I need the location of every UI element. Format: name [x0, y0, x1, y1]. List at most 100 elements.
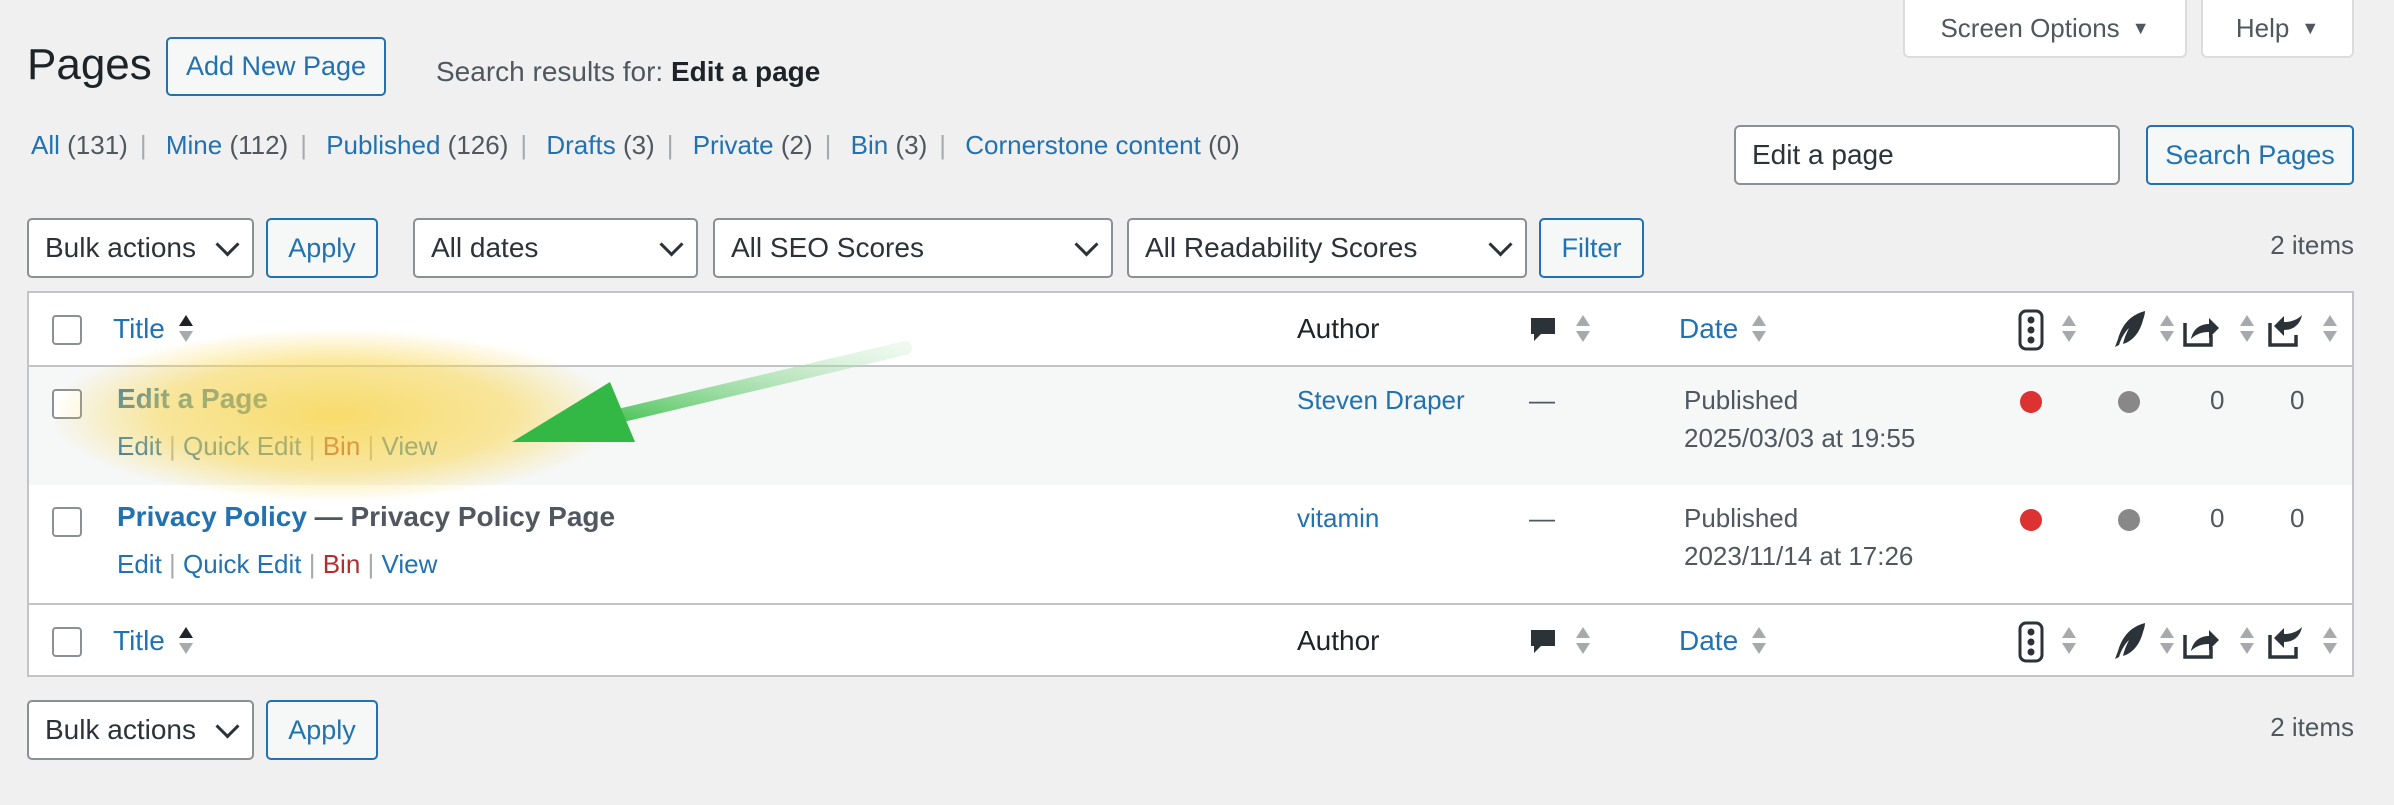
comment-bubble-icon[interactable] — [1528, 315, 1558, 345]
author-link[interactable]: Steven Draper — [1297, 385, 1465, 416]
view-published[interactable]: Published — [326, 130, 440, 160]
seo-traffic-light-icon[interactable] — [2018, 621, 2044, 663]
view-bin[interactable]: Bin — [851, 130, 889, 160]
view-private[interactable]: Private — [693, 130, 774, 160]
table-header-row: Title Author Date — [29, 293, 2352, 367]
view-drafts[interactable]: Drafts — [546, 130, 615, 160]
pages-table: Title Author Date Edit a Page Edit | Qui… — [27, 291, 2354, 677]
outgoing-links-count: 0 — [2210, 503, 2225, 533]
quick-edit-link[interactable]: Quick Edit — [183, 431, 302, 461]
edit-link[interactable]: Edit — [117, 431, 162, 461]
incoming-links-icon[interactable] — [2266, 309, 2306, 349]
bin-link[interactable]: Bin — [323, 431, 361, 461]
chevron-down-icon — [1488, 231, 1513, 257]
sort-arrows-icon[interactable] — [179, 625, 193, 659]
incoming-links-count: 0 — [2290, 503, 2305, 533]
view-link[interactable]: View — [382, 431, 438, 461]
search-results-subtitle: Search results for: Edit a page — [436, 56, 820, 88]
title-column-footer[interactable]: Title — [113, 625, 165, 657]
sort-arrows-icon[interactable] — [2062, 313, 2076, 347]
chevron-down-icon — [659, 231, 684, 257]
post-status: Published — [1684, 385, 1799, 415]
screen-options-label: Screen Options — [1940, 12, 2120, 43]
view-all[interactable]: All — [31, 130, 60, 160]
table-row: Edit a Page Edit | Quick Edit | Bin | Vi… — [29, 367, 2352, 485]
readability-score-dot — [2118, 391, 2140, 413]
incoming-links-icon[interactable] — [2266, 621, 2306, 661]
quick-edit-link[interactable]: Quick Edit — [183, 549, 302, 579]
sort-arrows-icon[interactable] — [2160, 313, 2174, 347]
sort-arrows-icon[interactable] — [179, 313, 193, 347]
view-link[interactable]: View — [382, 549, 438, 579]
outgoing-links-icon[interactable] — [2181, 309, 2221, 349]
select-all-checkbox[interactable] — [52, 627, 82, 657]
items-count: 2 items — [2270, 230, 2354, 260]
search-term: Edit a page — [670, 56, 821, 87]
view-count: (0) — [1200, 130, 1240, 160]
items-count-bottom: 2 items — [2270, 712, 2354, 742]
incoming-links-count: 0 — [2290, 385, 2305, 415]
row-checkbox[interactable] — [52, 507, 82, 537]
view-count: (3) — [622, 130, 655, 160]
author-column-header: Author — [1297, 313, 1380, 344]
sort-arrows-icon[interactable] — [2323, 625, 2337, 659]
seo-scores-select[interactable]: All SEO Scores — [713, 218, 1113, 278]
readability-quill-icon[interactable] — [2112, 621, 2148, 661]
page-title-link[interactable]: Privacy Policy — [117, 501, 307, 532]
bin-link[interactable]: Bin — [323, 549, 361, 579]
seo-score-dot — [2020, 509, 2042, 531]
sort-arrows-icon[interactable] — [1752, 313, 1766, 347]
row-actions: Edit | Quick Edit | Bin | View — [117, 431, 438, 461]
row-checkbox[interactable] — [52, 389, 82, 419]
chevron-down-icon — [1074, 231, 1099, 257]
author-link[interactable]: vitamin — [1297, 503, 1379, 534]
help-label: Help — [2235, 12, 2290, 43]
green-arrow-annotation — [512, 341, 912, 442]
seo-traffic-light-icon[interactable] — [2018, 309, 2044, 351]
dates-value: All dates — [431, 232, 539, 263]
chevron-down-icon — [215, 231, 240, 257]
readability-quill-icon[interactable] — [2112, 309, 2148, 349]
caret-down-icon: ▼ — [2301, 17, 2320, 38]
date-column-footer[interactable]: Date — [1679, 625, 1738, 657]
select-all-checkbox[interactable] — [52, 315, 82, 345]
help-button[interactable]: Help ▼ — [2201, 0, 2354, 58]
bulk-actions-select[interactable]: Bulk actions — [27, 218, 254, 278]
view-mine[interactable]: Mine — [166, 130, 222, 160]
title-column-header[interactable]: Title — [113, 313, 165, 345]
sort-arrows-icon[interactable] — [2240, 313, 2254, 347]
outgoing-links-count: 0 — [2210, 385, 2225, 415]
comment-bubble-icon[interactable] — [1528, 627, 1558, 657]
date-column-header[interactable]: Date — [1679, 313, 1738, 345]
search-pages-button[interactable]: Search Pages — [2146, 125, 2354, 185]
sort-arrows-icon[interactable] — [2160, 625, 2174, 659]
sort-arrows-icon[interactable] — [1576, 313, 1590, 347]
view-count: (112) — [229, 130, 289, 160]
screen-options-button[interactable]: Screen Options ▼ — [1903, 0, 2187, 58]
apply-button-bottom[interactable]: Apply — [266, 700, 378, 760]
page-state-label: — Privacy Policy Page — [306, 501, 616, 532]
view-cornerstone[interactable]: Cornerstone content — [965, 130, 1201, 160]
filter-button[interactable]: Filter — [1539, 218, 1644, 278]
view-count: (3) — [895, 130, 928, 160]
sort-arrows-icon[interactable] — [2062, 625, 2076, 659]
dates-select[interactable]: All dates — [413, 218, 698, 278]
bulk-actions-select-bottom[interactable]: Bulk actions — [27, 700, 254, 760]
outgoing-links-icon[interactable] — [2181, 621, 2221, 661]
sort-arrows-icon[interactable] — [2323, 313, 2337, 347]
sort-arrows-icon[interactable] — [1576, 625, 1590, 659]
add-new-page-button[interactable]: Add New Page — [166, 37, 386, 96]
seo-scores-value: All SEO Scores — [731, 232, 924, 263]
view-count: (131) — [67, 130, 128, 160]
page-title-link[interactable]: Edit a Page — [117, 383, 268, 415]
readability-scores-select[interactable]: All Readability Scores — [1127, 218, 1527, 278]
apply-button[interactable]: Apply — [266, 218, 378, 278]
sort-arrows-icon[interactable] — [2240, 625, 2254, 659]
comments-count: — — [1529, 503, 1555, 533]
page-title-cell: Privacy Policy — Privacy Policy Page — [117, 501, 615, 533]
author-column-footer: Author — [1297, 625, 1380, 656]
view-count: (126) — [447, 130, 509, 160]
sort-arrows-icon[interactable] — [1752, 625, 1766, 659]
edit-link[interactable]: Edit — [117, 549, 162, 579]
search-input[interactable]: Edit a page — [1734, 125, 2120, 185]
